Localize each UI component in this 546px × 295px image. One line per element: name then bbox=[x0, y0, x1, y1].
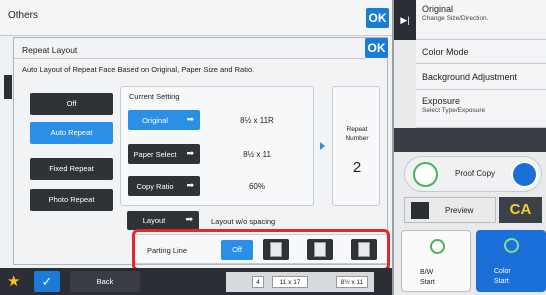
background-header: Others bbox=[0, 0, 392, 36]
current-setting-box: Current Setting Original ➡ 8½ x 11R Pape… bbox=[120, 86, 314, 206]
back-button[interactable]: Back bbox=[70, 271, 140, 292]
arrow-right-icon: ➡ bbox=[186, 114, 194, 124]
copy-ratio-label: Copy Ratio bbox=[136, 182, 174, 191]
proof-copy-icon bbox=[413, 162, 438, 187]
dialog-divider bbox=[14, 58, 366, 59]
exposure-setting[interactable]: Exposure Select Type/Exposure bbox=[416, 90, 546, 128]
start-color-start: Start bbox=[494, 278, 509, 285]
paper-select-button[interactable]: Paper Select ➡ bbox=[128, 144, 200, 164]
repeat-number-value: 2 bbox=[352, 159, 362, 176]
selected-paper-size: 8½ x 11 bbox=[336, 276, 368, 288]
arrow-right-icon: ➡ bbox=[185, 214, 193, 224]
paper-status-strip: 4 11 x 17 8½ x 11 bbox=[226, 272, 374, 292]
start-color-label: Color bbox=[494, 268, 511, 275]
triangle-right-icon bbox=[320, 142, 325, 150]
start-bw-start: Start bbox=[420, 279, 435, 286]
start-color-button[interactable]: Color Start bbox=[476, 230, 546, 292]
mode-fixed-repeat-button[interactable]: Fixed Repeat bbox=[30, 158, 113, 180]
original-button[interactable]: Original ➡ bbox=[128, 110, 200, 130]
settings-scroll-area[interactable] bbox=[394, 128, 546, 152]
original-value: 8½ x 11R bbox=[240, 116, 274, 125]
proof-copy-label: Proof Copy bbox=[455, 169, 496, 178]
mode-off-button[interactable]: Off bbox=[30, 93, 113, 115]
check-button[interactable]: ✓ bbox=[34, 271, 60, 292]
background-ok-button[interactable]: OK bbox=[366, 8, 389, 28]
start-bw-icon bbox=[430, 239, 445, 254]
dialog-subtitle: Auto Layout of Repeat Face Based on Orig… bbox=[22, 65, 255, 74]
clear-all-button[interactable]: CA bbox=[499, 197, 542, 223]
dialog-ok-button[interactable]: OK bbox=[365, 38, 388, 58]
start-color-icon bbox=[504, 238, 519, 253]
preview-button[interactable]: Preview bbox=[404, 197, 496, 223]
color-mode-title: Color Mode bbox=[422, 47, 469, 57]
arrow-right-icon: ➡ bbox=[186, 180, 194, 190]
layout-button[interactable]: Layout ➡ bbox=[127, 211, 199, 230]
exposure-title: Exposure bbox=[422, 96, 461, 106]
preview-icon bbox=[411, 202, 429, 219]
background-adjustment-setting[interactable]: Background Adjustment bbox=[416, 64, 546, 90]
favorite-star-icon[interactable]: ★ bbox=[7, 272, 20, 290]
repeat-number-label: Repeat Number bbox=[333, 125, 381, 143]
original-setting-sub: Change Size/Direction. bbox=[422, 15, 489, 22]
repeat-number-box: Repeat Number 2 bbox=[332, 86, 380, 206]
paper-value: 8½ x 11 bbox=[243, 150, 271, 159]
original-button-label: Original bbox=[142, 116, 168, 125]
proof-color-icon bbox=[511, 161, 538, 188]
start-bw-label: B/W bbox=[420, 269, 434, 276]
color-mode-setting[interactable]: Color Mode bbox=[416, 40, 546, 64]
background-title: Others bbox=[8, 10, 39, 21]
paper-select-label: Paper Select bbox=[133, 150, 177, 159]
repeat-label-line2: Number bbox=[345, 135, 369, 142]
exposure-sub: Select Type/Exposure bbox=[422, 107, 486, 114]
background-adjustment-title: Background Adjustment bbox=[422, 72, 518, 82]
panel-collapse-icon[interactable]: ▶| bbox=[394, 0, 416, 40]
dialog-title: Repeat Layout bbox=[22, 45, 78, 55]
layout-value: Layout w/o spacing bbox=[211, 217, 276, 226]
preview-label: Preview bbox=[445, 206, 474, 215]
repeat-label-line1: Repeat bbox=[346, 126, 368, 133]
tray-size: 11 x 17 bbox=[272, 276, 308, 288]
layout-button-label: Layout bbox=[142, 216, 166, 225]
start-bw-button[interactable]: B/W Start bbox=[401, 230, 471, 292]
proof-copy-button[interactable]: Proof Copy bbox=[404, 156, 542, 192]
current-setting-label: Current Setting bbox=[129, 92, 180, 101]
original-setting[interactable]: Original Change Size/Direction. bbox=[416, 0, 546, 40]
original-setting-title: Original bbox=[422, 4, 454, 14]
mode-photo-repeat-button[interactable]: Photo Repeat bbox=[30, 189, 113, 211]
side-tab[interactable] bbox=[4, 75, 12, 99]
ratio-value: 60% bbox=[248, 182, 265, 191]
mode-auto-repeat-button[interactable]: Auto Repeat bbox=[30, 122, 113, 144]
copy-ratio-button[interactable]: Copy Ratio ➡ bbox=[128, 176, 200, 196]
highlight-frame bbox=[132, 229, 390, 271]
tray-number: 4 bbox=[252, 276, 264, 288]
arrow-right-icon: ➡ bbox=[186, 148, 194, 158]
